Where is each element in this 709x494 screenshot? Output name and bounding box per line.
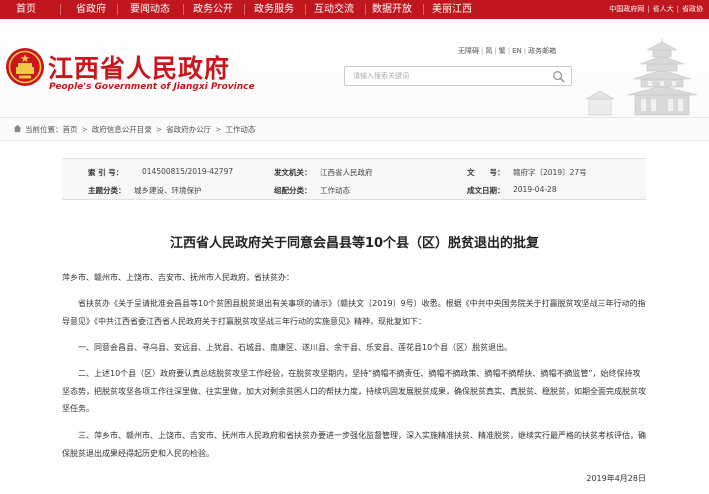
- national-emblem-icon[interactable]: [5, 47, 45, 87]
- nav-item-home[interactable]: 首页: [16, 0, 36, 19]
- breadcrumb-item-home[interactable]: 首页: [63, 125, 78, 134]
- nav-separator: [244, 4, 245, 15]
- nav-item-interaction[interactable]: 互动交流: [314, 0, 354, 19]
- traditional-chinese-link[interactable]: 繁: [499, 47, 506, 55]
- document-title: 江西省人民政府关于同意会昌县等10个县（区）脱贫退出的批复: [169, 236, 540, 251]
- nav-item-gov-disclosure[interactable]: 政务公开: [193, 0, 233, 19]
- document-info-table: 索 引 号： 014500815/2019-42797 发文机关： 江西省人民政…: [62, 158, 646, 200]
- gov-mailbox-link[interactable]: 政务邮箱: [528, 47, 556, 55]
- nav-item-beautiful-jiangxi[interactable]: 美丽江西: [432, 0, 472, 19]
- index-number-label: 索 引 号：: [88, 168, 124, 177]
- document-paragraph-intro: 省扶贫办《关于呈请批准会昌县等10个贫困县脱贫退出有关事项的请示》（赣扶文〔20…: [62, 299, 646, 326]
- pavilion-building-icon: [585, 38, 698, 116]
- utility-links: 无障碍 | 简 | 繁 | EN | 政务邮箱: [458, 47, 557, 55]
- document-date: 2019年4月28日: [586, 474, 646, 483]
- nav-item-open-data[interactable]: 数据开放: [372, 0, 412, 19]
- breadcrumb-label: 当前位置：: [25, 125, 63, 134]
- topic-value: 城乡建设、环境保护: [134, 186, 202, 195]
- category-value: 工作动态: [320, 186, 350, 195]
- nav-item-provincial-gov[interactable]: 省政府: [76, 0, 106, 19]
- english-link[interactable]: EN: [512, 47, 522, 55]
- site-title[interactable]: 江西省人民政府: [48, 49, 230, 85]
- breadcrumb-item-general-office[interactable]: 省政府办公厅: [166, 125, 211, 134]
- nav-right-links: 中国政府网 | 省人大 | 省政协: [609, 5, 703, 13]
- search-box: [344, 66, 572, 86]
- document-number-label: 文 号：: [467, 168, 505, 177]
- nav-separator: [117, 4, 118, 15]
- date-label: 成文日期：: [467, 186, 505, 195]
- breadcrumb-inner: 当前位置：首页 > 政府信息公开目录 > 省政府办公厅 > 工作动态: [13, 124, 255, 135]
- document-paragraph-3: 三、萍乡市、赣州市、上饶市、吉安市、抚州市人民政府和省扶贫办要进一步强化监督管理…: [62, 431, 646, 458]
- nav-separator: [60, 4, 61, 15]
- site-header: 江西省人民政府 People's Government of Jiangxi P…: [0, 19, 709, 117]
- category-label: 组配分类：: [274, 186, 312, 195]
- breadcrumb: 当前位置：首页 > 政府信息公开目录 > 省政府办公厅 > 工作动态: [0, 117, 709, 141]
- top-nav-bar: 首页 省政府 要闻动态 政务公开 政务服务 互动交流 数据开放 美丽江西 中国政…: [0, 0, 709, 19]
- nav-separator: [183, 4, 184, 15]
- index-number-value: 014500815/2019-42797: [142, 167, 234, 176]
- site-subtitle: People's Government of Jiangxi Province: [49, 82, 255, 92]
- nav-separator: [305, 4, 306, 15]
- breadcrumb-item-info-catalog[interactable]: 政府信息公开目录: [92, 125, 152, 134]
- document-number-value: 赣府字〔2019〕27号: [513, 168, 587, 177]
- link-china-gov[interactable]: 中国政府网: [609, 5, 644, 13]
- location-icon: [13, 124, 22, 133]
- accessibility-link[interactable]: 无障碍: [458, 47, 479, 55]
- issuer-value: 江西省人民政府: [320, 168, 373, 177]
- document-paragraph-2: 二、上述10个县（区）政府要认真总结脱贫攻坚工作经验，在脱贫攻坚期内，坚持“摘帽…: [62, 369, 646, 413]
- search-input[interactable]: [353, 69, 543, 83]
- breadcrumb-item-work-news[interactable]: 工作动态: [225, 125, 255, 134]
- link-provincial-cppcc[interactable]: 省政协: [682, 5, 703, 13]
- simplified-chinese-link[interactable]: 简: [485, 47, 492, 55]
- topic-label: 主题分类：: [88, 186, 126, 195]
- nav-separator: [423, 4, 424, 15]
- document-paragraph-1: 一、同意会昌县、寻乌县、安远县、上犹县、石城县、南康区、遂川县、余干县、乐安县、…: [78, 343, 513, 352]
- nav-item-gov-services[interactable]: 政务服务: [254, 0, 294, 19]
- issuer-label: 发文机关：: [274, 168, 312, 177]
- search-icon[interactable]: [552, 70, 565, 83]
- date-value: 2019-04-28: [513, 185, 557, 194]
- document-salutation: 萍乡市、赣州市、上饶市、吉安市、抚州市人民政府，省扶贫办：: [62, 273, 294, 282]
- nav-item-news[interactable]: 要闻动态: [130, 0, 170, 19]
- link-provincial-congress[interactable]: 省人大: [653, 5, 674, 13]
- nav-separator: [365, 4, 366, 15]
